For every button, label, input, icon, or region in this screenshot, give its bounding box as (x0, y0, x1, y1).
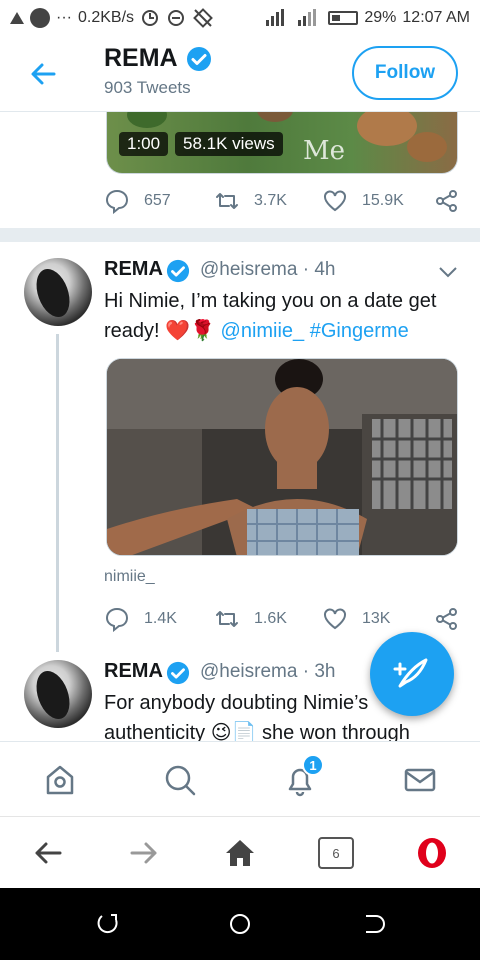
opera-icon[interactable] (414, 835, 450, 871)
like-button[interactable]: 15.9K (322, 188, 434, 214)
retweet-button[interactable]: 3.7K (214, 188, 322, 214)
like-button[interactable]: 13K (322, 606, 434, 632)
net-speed: 0.2KB/s (77, 9, 135, 26)
retweet-icon (216, 611, 238, 627)
back-button-icon[interactable] (362, 912, 386, 936)
like-count: 15.9K (362, 192, 404, 209)
avatar[interactable] (24, 258, 92, 326)
signal-icon (266, 9, 285, 26)
heart-icon (324, 190, 346, 212)
bottom-tab-bar: 1 (0, 741, 480, 815)
retweet-icon (216, 193, 238, 209)
mention-link[interactable]: @nimiie_ (221, 320, 305, 342)
retweet-count: 1.6K (254, 610, 287, 627)
follow-button[interactable]: Follow (352, 46, 458, 100)
retweet-count: 3.7K (254, 192, 287, 209)
notification-badge: 1 (302, 754, 324, 776)
messages-icon[interactable] (402, 762, 438, 798)
warning-icon (10, 12, 24, 24)
home-icon[interactable] (42, 762, 78, 798)
tweet-author-name[interactable]: REMA (104, 258, 163, 281)
reply-button[interactable]: 1.4K (104, 606, 214, 632)
home-icon[interactable] (222, 835, 258, 871)
more-dots-icon: ··· (56, 9, 72, 26)
browser-toolbar: 6 (0, 816, 480, 888)
chevron-down-icon[interactable] (438, 266, 458, 278)
verified-badge-icon (166, 259, 190, 283)
status-bar: ··· 0.2KB/s 29% 12:07 AM (0, 0, 480, 36)
photo-caption[interactable]: nimiie_ (104, 568, 155, 586)
video-duration: 1:00 (119, 132, 169, 156)
section-divider (0, 228, 480, 242)
tweet-handle: @heisrema · 4h (200, 259, 336, 280)
like-count: 13K (362, 610, 391, 627)
reply-button[interactable]: 657 (104, 188, 214, 214)
notification-dot-icon (30, 8, 50, 28)
battery-icon (328, 11, 359, 25)
verified-badge-icon (166, 661, 190, 685)
photo-image (107, 359, 457, 555)
heart-icon (324, 608, 346, 630)
tweet-text: Hi Nimie, I’m taking you on a date get r… (104, 286, 464, 346)
hashtag-link[interactable]: #Gingerme (310, 320, 409, 342)
video-overlay-text: Me (303, 136, 346, 166)
profile-name: REMA (104, 44, 178, 72)
tweet-photo[interactable] (106, 358, 458, 556)
arrow-left-icon[interactable] (26, 56, 62, 92)
android-nav-bar (0, 888, 480, 960)
compose-feather-icon (393, 658, 428, 688)
reply-count: 657 (144, 192, 171, 209)
tweet-actions: 657 3.7K 15.9K (104, 186, 460, 216)
reply-icon (105, 607, 129, 632)
share-button[interactable] (434, 188, 460, 214)
verified-badge-icon (187, 47, 211, 71)
avatar[interactable] (24, 660, 92, 728)
signal-2-icon (298, 9, 317, 26)
battery-level: 29% (364, 9, 397, 26)
reply-count: 1.4K (144, 610, 177, 627)
retweet-button[interactable]: 1.6K (214, 606, 322, 632)
tabs-icon[interactable]: 6 (318, 837, 354, 869)
video-thumbnail[interactable]: 1:00 58.1K views Me (106, 112, 458, 174)
tweet-count: 903 Tweets (104, 78, 191, 97)
compose-tweet-button[interactable] (370, 632, 454, 716)
search-icon[interactable] (162, 762, 198, 798)
video-views: 58.1K views (175, 132, 283, 156)
share-icon (436, 608, 457, 630)
tweet-handle: @heisrema · 3h (200, 661, 336, 682)
reply-icon (105, 189, 129, 214)
data-saver-icon (142, 10, 159, 26)
tweet-author-name[interactable]: REMA (104, 660, 163, 683)
clock: 12:07 AM (402, 9, 470, 26)
do-not-disturb-icon (168, 10, 185, 26)
rotation-off-icon (193, 8, 213, 28)
recent-apps-icon[interactable] (96, 912, 120, 936)
thread-line (56, 334, 59, 652)
profile-header: REMA 903 Tweets Follow (0, 36, 480, 112)
forward-arrow-icon[interactable] (126, 835, 162, 871)
share-icon (436, 190, 457, 212)
home-button-icon[interactable] (228, 912, 252, 936)
back-arrow-icon[interactable] (30, 835, 66, 871)
share-button[interactable] (434, 606, 460, 632)
tweet-actions: 1.4K 1.6K 13K (104, 604, 460, 634)
